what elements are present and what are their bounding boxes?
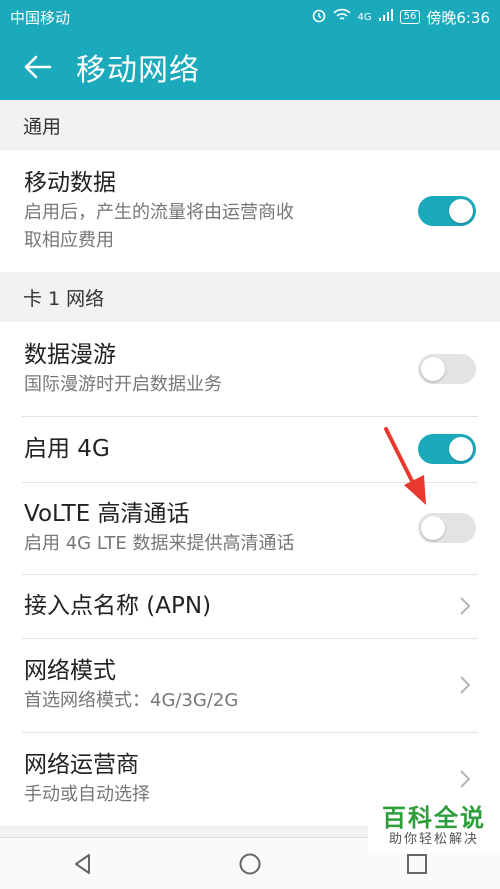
app-bar: 移动网络 <box>0 34 500 100</box>
mobile-data-toggle[interactable] <box>418 196 476 226</box>
setting-subtitle: 启用后，产生的流量将由运营商收 <box>24 202 294 223</box>
setting-subtitle: 首选网络模式：4G/3G/2G <box>24 690 239 711</box>
setting-volte[interactable]: VoLTE 高清通话 启用 4G LTE 数据来提供高清通话 <box>0 482 500 574</box>
setting-subtitle: 启用 4G LTE 数据来提供高清通话 <box>24 533 295 554</box>
setting-title: 网络模式 <box>24 658 116 684</box>
setting-title: 网络运营商 <box>24 752 139 778</box>
home-nav-icon[interactable] <box>238 852 262 876</box>
data-roaming-toggle[interactable] <box>418 354 476 384</box>
setting-enable-4g[interactable]: 启用 4G <box>0 416 500 482</box>
back-nav-icon[interactable] <box>71 852 95 876</box>
clock: 傍晚6:36 <box>426 8 490 27</box>
setting-apn[interactable]: 接入点名称 (APN) <box>0 574 500 638</box>
setting-data-roaming[interactable]: 数据漫游 国际漫游时开启数据业务 <box>0 322 500 416</box>
chevron-right-icon <box>460 597 471 615</box>
signal-bars-icon <box>378 8 394 26</box>
status-bar: 中国移动 4G 56 傍晚6:36 <box>0 0 500 34</box>
settings-group-general: 移动数据 启用后，产生的流量将由运营商收 取相应费用 <box>0 150 500 272</box>
setting-title: VoLTE 高清通话 <box>24 501 190 527</box>
alarm-icon <box>311 7 327 27</box>
status-icons: 4G 56 傍晚6:36 <box>311 7 490 28</box>
setting-subtitle: 取相应费用 <box>24 230 114 251</box>
watermark-sub-text: 助你轻松解决 <box>388 832 479 847</box>
setting-title: 接入点名称 (APN) <box>24 593 212 619</box>
back-button[interactable] <box>0 34 76 100</box>
settings-group-card1: 数据漫游 国际漫游时开启数据业务 启用 4G VoLTE 高清通话 启用 4G … <box>0 322 500 826</box>
chevron-right-icon <box>460 676 471 694</box>
setting-title: 启用 4G <box>24 436 110 462</box>
watermark-logo: 百科全说 助你轻松解决 <box>368 801 500 853</box>
carrier-label: 中国移动 <box>10 8 71 27</box>
chevron-right-icon <box>460 770 471 788</box>
setting-title: 移动数据 <box>24 170 116 196</box>
enable-4g-toggle[interactable] <box>418 434 476 464</box>
recents-nav-icon[interactable] <box>405 852 429 876</box>
setting-mobile-data[interactable]: 移动数据 启用后，产生的流量将由运营商收 取相应费用 <box>0 150 500 272</box>
setting-subtitle: 手动或自动选择 <box>24 784 150 805</box>
arrow-left-icon <box>24 55 52 79</box>
section-header-card1: 卡 1 网络 <box>0 272 500 322</box>
page-title: 移动网络 <box>76 53 200 88</box>
setting-network-mode[interactable]: 网络模式 首选网络模式：4G/3G/2G <box>0 638 500 732</box>
signal-icon: 4G <box>357 11 372 23</box>
watermark-main-text: 百科全说 <box>382 804 486 832</box>
wifi-icon <box>333 8 352 26</box>
setting-title: 数据漫游 <box>24 342 116 368</box>
section-header-general: 通用 <box>0 100 500 150</box>
battery-icon: 56 <box>399 10 421 24</box>
setting-subtitle: 国际漫游时开启数据业务 <box>24 374 222 395</box>
volte-toggle[interactable] <box>418 513 476 543</box>
